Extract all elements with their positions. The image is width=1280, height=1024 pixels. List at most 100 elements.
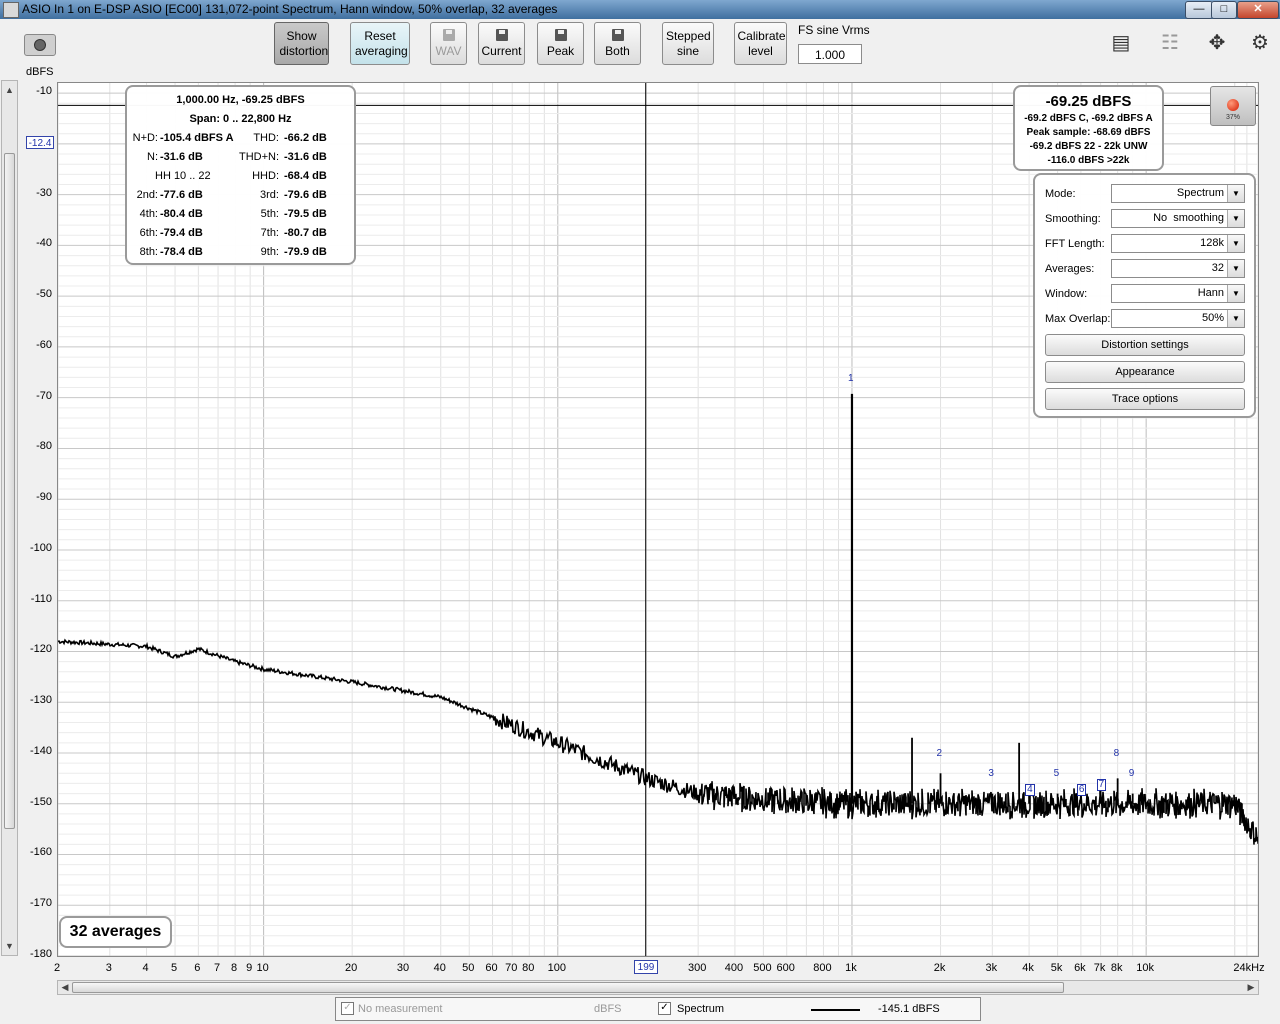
- distortion-settings-button[interactable]: Distortion settings: [1045, 334, 1245, 356]
- window-label: Window:: [1045, 288, 1088, 300]
- pan-arrows-icon[interactable]: ✥: [1199, 30, 1235, 56]
- distortion-panel: 1,000.00 Hz, -69.25 dBFS Span: 0 .. 22,8…: [125, 85, 356, 265]
- no-measurement-checkbox[interactable]: ✓: [341, 1002, 354, 1015]
- save-icon: [442, 29, 455, 41]
- y-tick-label: -140: [29, 744, 52, 757]
- reset-averaging-button[interactable]: Reset averaging: [350, 22, 410, 65]
- x-tick-label: 7: [213, 962, 221, 974]
- x-tick-label: 40: [433, 962, 446, 974]
- y-tick-label: -150: [29, 795, 52, 808]
- scroll-left-arrow-icon[interactable]: ◀: [58, 981, 72, 994]
- distortion-label: 3rd:: [260, 189, 279, 201]
- window-select[interactable]: Hann ▼: [1111, 284, 1245, 303]
- y-axis-unit: dBFS: [26, 66, 54, 78]
- distortion-value: -79.9 dB: [284, 246, 327, 258]
- camera-icon[interactable]: [24, 34, 56, 56]
- trace-options-button[interactable]: Trace options: [1045, 388, 1245, 410]
- x-tick-label: 60: [485, 962, 498, 974]
- distortion-value: -79.5 dB: [284, 208, 327, 220]
- vertical-scrollbar[interactable]: ▲ ▼: [1, 80, 18, 956]
- distortion-label: 7th:: [260, 227, 279, 239]
- x-tick-label: 6: [194, 962, 201, 974]
- panel-layout-icon[interactable]: ▤: [1103, 30, 1139, 56]
- fs-sine-input[interactable]: 1.000: [798, 44, 862, 64]
- vertical-scroll-thumb[interactable]: [4, 153, 15, 829]
- distortion-value: -66.2 dB: [284, 132, 327, 144]
- harmonic-label: 2: [936, 748, 943, 760]
- x-tick-label: 600: [776, 962, 795, 974]
- mode-select[interactable]: Spectrum ▼: [1111, 184, 1245, 203]
- x-tick-label: 4k: [1022, 962, 1034, 974]
- x-tick-label: 30: [396, 962, 410, 974]
- y-tick-label: -50: [36, 288, 52, 301]
- settings-panel: Mode: Spectrum ▼ Smoothing: No smoothing ▼…: [1033, 173, 1256, 418]
- max-overlap-select[interactable]: 50% ▼: [1111, 309, 1245, 328]
- stepped-sine-button[interactable]: Stepped sine: [662, 22, 714, 65]
- harmonic-label: 7: [1096, 778, 1107, 791]
- y-tick-label: -40: [36, 237, 52, 250]
- columns-icon[interactable]: ☷: [1152, 30, 1188, 56]
- x-tick-label: 10k: [1136, 962, 1155, 974]
- distortion-label: N:: [147, 151, 158, 163]
- save-both-button[interactable]: Both: [594, 22, 641, 65]
- close-button[interactable]: ✕: [1237, 1, 1279, 19]
- x-tick-label: 3: [105, 962, 112, 974]
- spectrum-checkbox[interactable]: ✓: [658, 1002, 671, 1015]
- maximize-button[interactable]: □: [1211, 1, 1237, 19]
- harmonic-label: 5: [1053, 768, 1060, 780]
- scroll-down-arrow-icon[interactable]: ▼: [2, 939, 17, 953]
- y-tick-label: -90: [36, 491, 52, 504]
- calibrate-level-button[interactable]: Calibrate level: [734, 22, 787, 65]
- record-icon: [1227, 99, 1239, 111]
- wav-button[interactable]: WAV: [430, 22, 467, 65]
- y-tick-label: -30: [36, 186, 52, 199]
- max-overlap-label: Max Overlap:: [1045, 313, 1111, 325]
- harmonic-label: 8: [1113, 748, 1120, 760]
- distortion-label: HHD:: [252, 170, 279, 182]
- smoothing-select[interactable]: No smoothing ▼: [1111, 209, 1245, 228]
- harmonic-label: 6: [1076, 783, 1087, 796]
- x-tick-label: 20: [345, 962, 358, 974]
- distortion-value: -77.6 dB: [160, 189, 203, 201]
- distortion-label: THD+N:: [238, 151, 279, 163]
- fft-length-label: FFT Length:: [1045, 238, 1105, 250]
- gear-icon[interactable]: ⚙: [1242, 30, 1278, 56]
- fft-length-select[interactable]: 128k ▼: [1111, 234, 1245, 253]
- appearance-button[interactable]: Appearance: [1045, 361, 1245, 383]
- save-icon: [554, 29, 567, 41]
- distortion-value: -31.6 dB: [160, 151, 203, 163]
- harmonic-label: 9: [1128, 768, 1135, 780]
- y-tick-label: -80: [36, 440, 52, 453]
- horizontal-scroll-thumb[interactable]: [72, 982, 1064, 993]
- scroll-up-arrow-icon[interactable]: ▲: [2, 83, 17, 97]
- record-button[interactable]: 37%: [1210, 86, 1256, 126]
- scroll-right-arrow-icon[interactable]: ▶: [1244, 981, 1258, 994]
- y-cursor-marker[interactable]: -12.4: [26, 136, 54, 149]
- no-measurement-label: No measurement: [358, 1003, 443, 1015]
- distortion-label: N+D:: [132, 132, 158, 144]
- y-tick-label: -10: [36, 85, 52, 98]
- span-readout: Span: 0 .. 22,800 Hz: [189, 113, 292, 125]
- show-distortion-button[interactable]: Show distortion: [274, 22, 329, 65]
- save-peak-button[interactable]: Peak: [537, 22, 584, 65]
- harmonic-label: 3: [988, 768, 994, 780]
- x-tick-label: 24kHz: [1233, 962, 1265, 974]
- x-cursor-marker[interactable]: 199: [634, 960, 658, 974]
- distortion-label: 4th:: [139, 208, 158, 220]
- averages-label: Averages:: [1045, 263, 1095, 275]
- minimize-button[interactable]: —: [1185, 1, 1213, 19]
- spectrum-value: -145.1 dBFS: [878, 1003, 940, 1015]
- distortion-label: 9th:: [260, 246, 279, 258]
- fs-sine-label: FS sine Vrms: [798, 23, 870, 37]
- save-current-button[interactable]: Current: [478, 22, 525, 65]
- chevron-down-icon: ▼: [1227, 185, 1244, 202]
- legend-unit-label: dBFS: [594, 1003, 622, 1015]
- distortion-value: -105.4 dBFS A: [160, 132, 234, 144]
- averages-select[interactable]: 32 ▼: [1111, 259, 1245, 278]
- horizontal-scrollbar[interactable]: ◀ ▶: [57, 980, 1259, 995]
- level-weighted-readout: -69.2 dBFS C, -69.2 dBFS A: [1024, 113, 1153, 124]
- chevron-down-icon: ▼: [1227, 235, 1244, 252]
- x-tick-label: 70: [505, 962, 518, 974]
- y-tick-label: -130: [29, 694, 52, 707]
- save-icon: [611, 29, 624, 41]
